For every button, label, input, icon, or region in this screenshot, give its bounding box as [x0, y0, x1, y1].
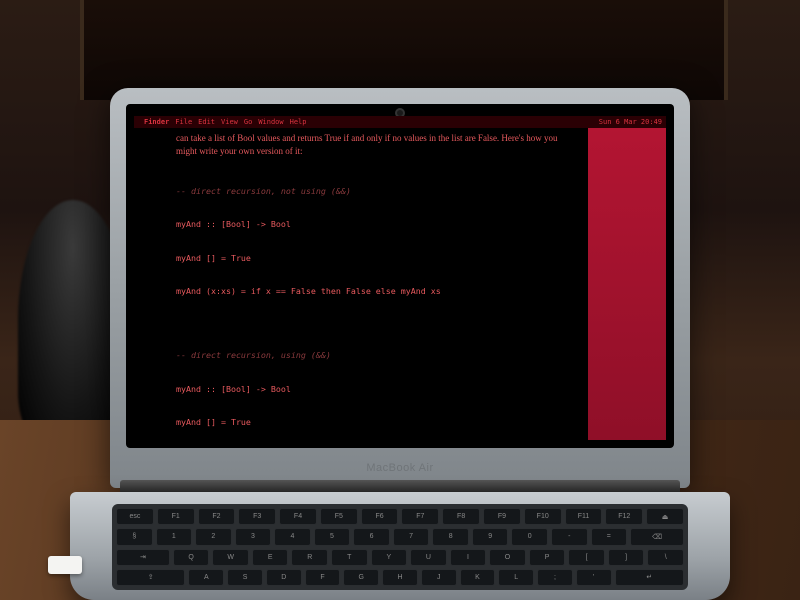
key[interactable]: L [498, 569, 534, 586]
key[interactable]: 8 [432, 528, 469, 545]
key[interactable]: 5 [314, 528, 351, 545]
code-comment: -- direct recursion, using (&&) [176, 350, 578, 361]
code-line: myAnd :: [Bool] -> Bool [176, 219, 578, 230]
key[interactable]: K [460, 569, 496, 586]
keyboard-row: §1234567890-=⌫ [116, 528, 684, 545]
laptop-brand-label: MacBook Air [0, 462, 800, 474]
flux-red-sidebar [588, 128, 666, 440]
usb-cable [48, 556, 82, 574]
laptop-screen: Finder File Edit View Go Window Help Sun… [134, 116, 666, 440]
key[interactable]: ↵ [615, 569, 684, 586]
key[interactable]: Y [371, 549, 408, 566]
key[interactable]: O [489, 549, 526, 566]
key[interactable]: H [382, 569, 418, 586]
key[interactable]: F6 [361, 508, 399, 525]
menu-edit[interactable]: Edit [198, 118, 215, 126]
key[interactable]: 2 [195, 528, 232, 545]
menu-go[interactable]: Go [244, 118, 252, 126]
key[interactable]: = [591, 528, 628, 545]
keyboard-row: ⇪ASDFGHJKL;'↵ [116, 569, 684, 586]
key[interactable]: U [410, 549, 447, 566]
code-comment: -- direct recursion, not using (&&) [176, 186, 578, 197]
key[interactable]: F10 [524, 508, 562, 525]
key[interactable]: esc [116, 508, 154, 525]
key[interactable]: E [252, 549, 289, 566]
menu-file[interactable]: File [175, 118, 192, 126]
key[interactable]: 4 [274, 528, 311, 545]
menu-window[interactable]: Window [258, 118, 283, 126]
code-line: myAnd (x:xs) = if x == False then False … [176, 286, 578, 297]
key[interactable]: ; [537, 569, 573, 586]
menu-help[interactable]: Help [290, 118, 307, 126]
key[interactable]: T [331, 549, 368, 566]
background-cabinet [80, 0, 728, 100]
key[interactable]: D [266, 569, 302, 586]
key[interactable]: § [116, 528, 153, 545]
key[interactable]: F [305, 569, 341, 586]
menu-view[interactable]: View [221, 118, 238, 126]
keyboard-row: ⇥QWERTYUIOP[]\ [116, 549, 684, 566]
keyboard[interactable]: escF1F2F3F4F5F6F7F8F9F10F11F12⏏ §1234567… [112, 504, 688, 590]
code-line: myAnd [] = True [176, 253, 578, 264]
key[interactable]: F9 [483, 508, 521, 525]
key[interactable]: F5 [320, 508, 358, 525]
menubar-clock[interactable]: Sun 6 Mar 20:49 [599, 118, 662, 126]
macos-menubar[interactable]: Finder File Edit View Go Window Help Sun… [134, 116, 666, 128]
document-viewer[interactable]: can take a list of Bool values and retur… [134, 128, 586, 440]
key[interactable]: ⇪ [116, 569, 185, 586]
key[interactable]: ' [576, 569, 612, 586]
key[interactable]: F12 [605, 508, 643, 525]
key[interactable]: ⇥ [116, 549, 170, 566]
key[interactable]: W [212, 549, 249, 566]
intro-paragraph: can take a list of Bool values and retur… [176, 132, 578, 157]
key[interactable]: R [291, 549, 328, 566]
key[interactable]: F7 [401, 508, 439, 525]
keyboard-row: escF1F2F3F4F5F6F7F8F9F10F11F12⏏ [116, 508, 684, 525]
key[interactable]: 6 [353, 528, 390, 545]
key[interactable]: F2 [198, 508, 236, 525]
key[interactable]: F11 [565, 508, 603, 525]
key[interactable]: S [227, 569, 263, 586]
key[interactable]: A [188, 569, 224, 586]
key[interactable]: 9 [472, 528, 509, 545]
key[interactable]: - [551, 528, 588, 545]
code-line: myAnd :: [Bool] -> Bool [176, 384, 578, 395]
key[interactable]: 0 [511, 528, 548, 545]
key[interactable]: 7 [393, 528, 430, 545]
key[interactable]: P [529, 549, 566, 566]
app-name[interactable]: Finder [144, 118, 169, 126]
key[interactable]: [ [568, 549, 605, 566]
code-line: myAnd [] = True [176, 417, 578, 428]
key[interactable]: 1 [156, 528, 193, 545]
key[interactable]: \ [647, 549, 684, 566]
key[interactable]: ⏏ [646, 508, 684, 525]
key[interactable]: F3 [238, 508, 276, 525]
key[interactable]: F4 [279, 508, 317, 525]
key[interactable]: J [421, 569, 457, 586]
key[interactable]: ⌫ [630, 528, 684, 545]
key[interactable]: ] [608, 549, 645, 566]
key[interactable]: F1 [157, 508, 195, 525]
key[interactable]: F8 [442, 508, 480, 525]
key[interactable]: G [343, 569, 379, 586]
key[interactable]: Q [173, 549, 210, 566]
key[interactable]: I [450, 549, 487, 566]
key[interactable]: 3 [235, 528, 272, 545]
